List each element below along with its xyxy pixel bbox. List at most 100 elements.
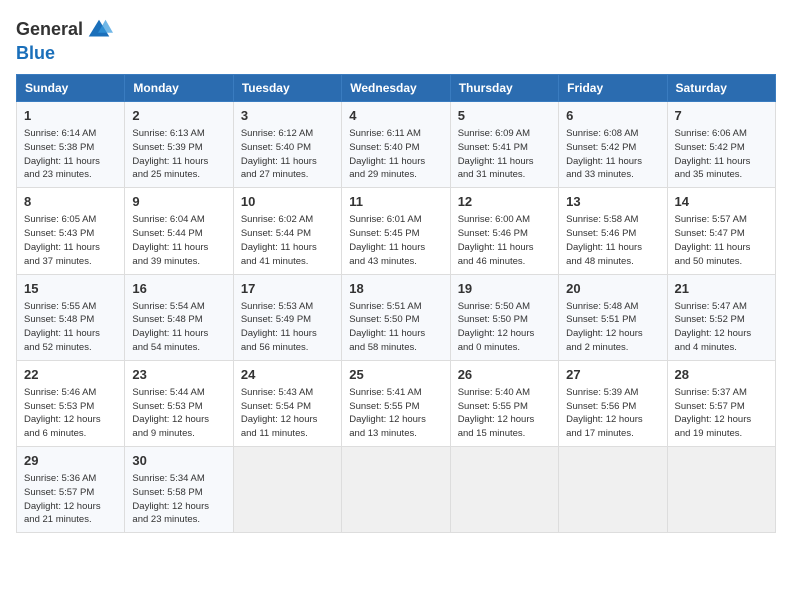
day-info: Sunrise: 6:06 AM Sunset: 5:42 PM Dayligh… [675, 127, 768, 182]
day-info: Sunrise: 6:14 AM Sunset: 5:38 PM Dayligh… [24, 127, 117, 182]
calendar-day-cell: 6 Sunrise: 6:08 AM Sunset: 5:42 PM Daylig… [559, 102, 667, 188]
calendar-day-cell: 2 Sunrise: 6:13 AM Sunset: 5:39 PM Daylig… [125, 102, 233, 188]
day-number: 9 [132, 193, 225, 211]
day-number: 14 [675, 193, 768, 211]
day-info: Sunrise: 5:41 AM Sunset: 5:55 PM Dayligh… [349, 386, 442, 441]
day-of-week-header: Sunday [17, 75, 125, 102]
calendar-week-row: 29Sunrise: 5:36 AM Sunset: 5:57 PM Dayli… [17, 447, 776, 533]
calendar-week-row: 15 Sunrise: 5:55 AM Sunset: 5:48 PM Dayli… [17, 274, 776, 360]
day-number: 30 [132, 452, 225, 470]
calendar-day-cell [233, 447, 341, 533]
day-info: Sunrise: 6:08 AM Sunset: 5:42 PM Dayligh… [566, 127, 659, 182]
logo: General Blue [16, 16, 113, 64]
day-info: Sunrise: 6:11 AM Sunset: 5:40 PM Dayligh… [349, 127, 442, 182]
calendar-day-cell: 21 Sunrise: 5:47 AM Sunset: 5:52 PM Dayli… [667, 274, 775, 360]
day-info: Sunrise: 5:36 AM Sunset: 5:57 PM Dayligh… [24, 472, 117, 527]
day-info: Sunrise: 5:58 AM Sunset: 5:46 PM Dayligh… [566, 213, 659, 268]
calendar-day-cell: 29Sunrise: 5:36 AM Sunset: 5:57 PM Dayli… [17, 447, 125, 533]
day-of-week-header: Monday [125, 75, 233, 102]
calendar-day-cell [450, 447, 558, 533]
day-number: 8 [24, 193, 117, 211]
day-of-week-header: Saturday [667, 75, 775, 102]
day-info: Sunrise: 5:50 AM Sunset: 5:50 PM Dayligh… [458, 300, 551, 355]
day-number: 28 [675, 366, 768, 384]
day-number: 12 [458, 193, 551, 211]
calendar-day-cell: 10 Sunrise: 6:02 AM Sunset: 5:44 PM Dayli… [233, 188, 341, 274]
day-number: 17 [241, 280, 334, 298]
logo-text-general: General [16, 20, 83, 40]
day-info: Sunrise: 6:12 AM Sunset: 5:40 PM Dayligh… [241, 127, 334, 182]
calendar-day-cell: 4Sunrise: 6:11 AM Sunset: 5:40 PM Daylig… [342, 102, 450, 188]
logo-icon [85, 16, 113, 44]
day-info: Sunrise: 5:48 AM Sunset: 5:51 PM Dayligh… [566, 300, 659, 355]
day-info: Sunrise: 5:37 AM Sunset: 5:57 PM Dayligh… [675, 386, 768, 441]
calendar-day-cell: 22 Sunrise: 5:46 AM Sunset: 5:53 PM Dayli… [17, 360, 125, 446]
calendar-day-cell: 1Sunrise: 6:14 AM Sunset: 5:38 PM Daylig… [17, 102, 125, 188]
calendar-day-cell: 28 Sunrise: 5:37 AM Sunset: 5:57 PM Dayli… [667, 360, 775, 446]
calendar-day-cell: 20 Sunrise: 5:48 AM Sunset: 5:51 PM Dayli… [559, 274, 667, 360]
day-number: 18 [349, 280, 442, 298]
calendar-day-cell: 19 Sunrise: 5:50 AM Sunset: 5:50 PM Dayli… [450, 274, 558, 360]
calendar-day-cell: 3Sunrise: 6:12 AM Sunset: 5:40 PM Daylig… [233, 102, 341, 188]
calendar-day-cell: 24Sunrise: 5:43 AM Sunset: 5:54 PM Dayli… [233, 360, 341, 446]
calendar-week-row: 1Sunrise: 6:14 AM Sunset: 5:38 PM Daylig… [17, 102, 776, 188]
calendar-day-cell: 9Sunrise: 6:04 AM Sunset: 5:44 PM Daylig… [125, 188, 233, 274]
day-info: Sunrise: 5:43 AM Sunset: 5:54 PM Dayligh… [241, 386, 334, 441]
day-info: Sunrise: 5:55 AM Sunset: 5:48 PM Dayligh… [24, 300, 117, 355]
calendar-day-cell: 25Sunrise: 5:41 AM Sunset: 5:55 PM Dayli… [342, 360, 450, 446]
calendar-day-cell: 5 Sunrise: 6:09 AM Sunset: 5:41 PM Daylig… [450, 102, 558, 188]
day-number: 5 [458, 107, 551, 125]
calendar-day-cell: 16 Sunrise: 5:54 AM Sunset: 5:48 PM Dayli… [125, 274, 233, 360]
calendar-day-cell: 13 Sunrise: 5:58 AM Sunset: 5:46 PM Dayli… [559, 188, 667, 274]
day-number: 16 [132, 280, 225, 298]
page-header: General Blue [16, 16, 776, 64]
day-info: Sunrise: 6:13 AM Sunset: 5:39 PM Dayligh… [132, 127, 225, 182]
day-number: 19 [458, 280, 551, 298]
day-info: Sunrise: 6:01 AM Sunset: 5:45 PM Dayligh… [349, 213, 442, 268]
day-number: 6 [566, 107, 659, 125]
day-info: Sunrise: 6:05 AM Sunset: 5:43 PM Dayligh… [24, 213, 117, 268]
calendar-body: 1Sunrise: 6:14 AM Sunset: 5:38 PM Daylig… [17, 102, 776, 533]
calendar-day-cell: 18Sunrise: 5:51 AM Sunset: 5:50 PM Dayli… [342, 274, 450, 360]
day-number: 21 [675, 280, 768, 298]
day-number: 10 [241, 193, 334, 211]
day-info: Sunrise: 5:40 AM Sunset: 5:55 PM Dayligh… [458, 386, 551, 441]
day-number: 27 [566, 366, 659, 384]
calendar-day-cell [559, 447, 667, 533]
logo-text-blue: Blue [16, 43, 55, 63]
day-info: Sunrise: 6:09 AM Sunset: 5:41 PM Dayligh… [458, 127, 551, 182]
day-info: Sunrise: 5:46 AM Sunset: 5:53 PM Dayligh… [24, 386, 117, 441]
day-number: 15 [24, 280, 117, 298]
calendar-day-cell: 7 Sunrise: 6:06 AM Sunset: 5:42 PM Daylig… [667, 102, 775, 188]
calendar-day-cell: 11 Sunrise: 6:01 AM Sunset: 5:45 PM Dayli… [342, 188, 450, 274]
day-info: Sunrise: 5:54 AM Sunset: 5:48 PM Dayligh… [132, 300, 225, 355]
day-info: Sunrise: 5:57 AM Sunset: 5:47 PM Dayligh… [675, 213, 768, 268]
day-info: Sunrise: 6:00 AM Sunset: 5:46 PM Dayligh… [458, 213, 551, 268]
day-of-week-header: Wednesday [342, 75, 450, 102]
day-number: 2 [132, 107, 225, 125]
day-number: 26 [458, 366, 551, 384]
calendar-header-row: SundayMondayTuesdayWednesdayThursdayFrid… [17, 75, 776, 102]
day-info: Sunrise: 5:44 AM Sunset: 5:53 PM Dayligh… [132, 386, 225, 441]
day-info: Sunrise: 5:53 AM Sunset: 5:49 PM Dayligh… [241, 300, 334, 355]
day-info: Sunrise: 5:47 AM Sunset: 5:52 PM Dayligh… [675, 300, 768, 355]
calendar-day-cell: 30Sunrise: 5:34 AM Sunset: 5:58 PM Dayli… [125, 447, 233, 533]
calendar-day-cell: 8 Sunrise: 6:05 AM Sunset: 5:43 PM Daylig… [17, 188, 125, 274]
day-number: 13 [566, 193, 659, 211]
day-number: 23 [132, 366, 225, 384]
day-number: 20 [566, 280, 659, 298]
day-info: Sunrise: 5:39 AM Sunset: 5:56 PM Dayligh… [566, 386, 659, 441]
calendar-week-row: 22 Sunrise: 5:46 AM Sunset: 5:53 PM Dayli… [17, 360, 776, 446]
day-info: Sunrise: 6:02 AM Sunset: 5:44 PM Dayligh… [241, 213, 334, 268]
calendar-table: SundayMondayTuesdayWednesdayThursdayFrid… [16, 74, 776, 533]
calendar-day-cell [342, 447, 450, 533]
day-number: 11 [349, 193, 442, 211]
day-of-week-header: Friday [559, 75, 667, 102]
calendar-day-cell: 23 Sunrise: 5:44 AM Sunset: 5:53 PM Dayli… [125, 360, 233, 446]
calendar-week-row: 8 Sunrise: 6:05 AM Sunset: 5:43 PM Daylig… [17, 188, 776, 274]
calendar-day-cell: 14 Sunrise: 5:57 AM Sunset: 5:47 PM Dayli… [667, 188, 775, 274]
day-number: 22 [24, 366, 117, 384]
calendar-day-cell: 17 Sunrise: 5:53 AM Sunset: 5:49 PM Dayli… [233, 274, 341, 360]
day-number: 7 [675, 107, 768, 125]
calendar-day-cell [667, 447, 775, 533]
